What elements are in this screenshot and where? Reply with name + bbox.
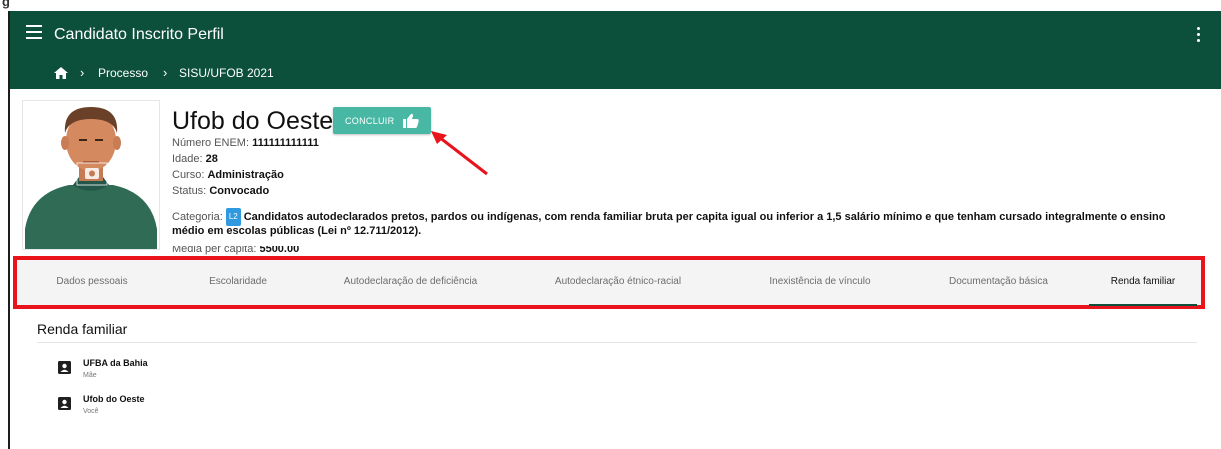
thumb-up-icon [403,113,419,128]
active-tab-indicator [1089,304,1197,306]
concluir-label: CONCLUIR [345,116,395,126]
section-title: Renda familiar [37,321,128,337]
breadcrumb-sisu[interactable]: SISU/UFOB 2021 [179,66,274,80]
more-vert-icon[interactable] [1197,27,1201,45]
app-title: Candidato Inscrito Perfil [54,26,224,43]
breadcrumb: › Processo › SISU/UFOB 2021 [10,59,1221,89]
chevron-right-icon: › [163,65,168,80]
enem-row: Número ENEM: 111111111111 [172,137,319,149]
concluir-button[interactable]: CONCLUIR [333,107,431,134]
tab-bar: Dados pessoais Escolaridade Autodeclaraç… [13,256,1205,309]
member-name: Ufob do Oeste [83,394,145,404]
avatar [25,107,157,249]
breadcrumb-processo[interactable]: Processo [98,66,148,80]
annotation-arrow [431,131,488,176]
tab-documentacao-basica[interactable]: Documentação básica [916,260,1081,305]
category-badge: L2 [225,208,241,226]
tab-autodeclaracao-deficiencia[interactable]: Autodeclaração de deficiência [309,260,512,305]
status-row: Status: Convocado [172,185,270,197]
candidate-name: Ufob do Oeste [172,107,334,135]
member-relation: Você [83,408,99,415]
home-icon[interactable] [54,67,68,79]
tab-dados-pessoais[interactable]: Dados pessoais [17,260,167,305]
tab-inexistencia-vinculo[interactable]: Inexistência de vínculo [724,260,916,305]
categoria-row: Categoria: L2 Candidatos autodeclarados p… [172,208,1212,226]
curso-row: Curso: Administração [172,169,284,181]
account-box-icon [58,361,71,374]
media-row: Média per capita: 5500.00 [172,246,300,255]
member-name: UFBA da Bahia [83,358,148,368]
member-relation: Mãe [83,372,97,379]
chevron-right-icon: › [80,65,85,80]
menu-icon[interactable] [26,25,42,39]
tab-renda-familiar[interactable]: Renda familiar [1081,260,1205,305]
account-box-icon [58,397,71,410]
candidate-photo[interactable] [22,100,160,250]
categoria-row-2: médio em escolas públicas (Lei nº 12.711… [172,225,422,237]
idade-row: Idade: 28 [172,153,218,165]
camera-icon[interactable] [85,168,99,179]
app-bar: Candidato Inscrito Perfil [10,11,1221,59]
tab-autodeclaracao-etnico-racial[interactable]: Autodeclaração étnico-racial [512,260,724,305]
tab-escolaridade[interactable]: Escolaridade [167,260,309,305]
divider [37,342,1197,343]
